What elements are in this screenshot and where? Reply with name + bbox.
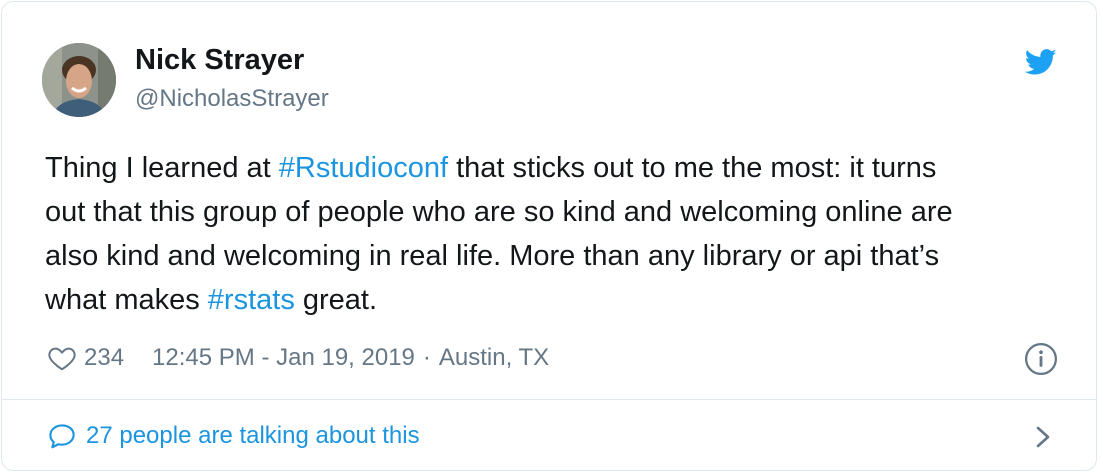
tweet-meta: 234 12:45 PM - Jan 19, 2019 · Austin, TX: [46, 340, 549, 376]
like-count[interactable]: 234: [84, 344, 124, 372]
tweet-text-line: Thing I learned at #Rstudioconf that sti…: [45, 146, 1055, 190]
text-segment: Thing I learned at: [45, 152, 279, 184]
tweet-text: Thing I learned at #Rstudioconf that sti…: [45, 146, 1055, 322]
tweet-text-line: what makes #rstats great.: [45, 278, 1055, 322]
text-segment: also kind and welcoming in real life. Mo…: [45, 240, 940, 272]
text-segment: great.: [294, 284, 378, 316]
twitter-bird-icon[interactable]: [1022, 46, 1060, 78]
tweet-text-line: out that this group of people who are so…: [45, 190, 1055, 234]
conversation-link[interactable]: 27 people are talking about this: [46, 416, 420, 456]
divider: [2, 399, 1096, 400]
info-icon[interactable]: [1024, 342, 1058, 376]
author-name[interactable]: Nick Strayer: [135, 44, 304, 77]
tweet-card: Nick Strayer @NicholasStrayer Thing I le…: [1, 1, 1097, 471]
location[interactable]: Austin, TX: [439, 344, 549, 372]
heart-icon[interactable]: [46, 343, 78, 373]
timestamp[interactable]: 12:45 PM - Jan 19, 2019: [152, 344, 415, 372]
hashtag-rstudioconf[interactable]: #Rstudioconf: [279, 152, 448, 184]
chevron-right-icon[interactable]: [1032, 422, 1054, 452]
meta-separator: ·: [422, 344, 431, 371]
author-avatar[interactable]: [42, 43, 116, 117]
hashtag-rstats[interactable]: #rstats: [208, 284, 295, 316]
conversation-label[interactable]: 27 people are talking about this: [86, 422, 420, 450]
author-handle[interactable]: @NicholasStrayer: [135, 85, 329, 113]
text-segment: out that this group of people who are so…: [45, 196, 953, 228]
text-segment: that sticks out to me the most: it turns: [448, 152, 937, 184]
speech-bubble-icon: [49, 424, 75, 449]
text-segment: what makes: [45, 284, 208, 316]
tweet-text-line: also kind and welcoming in real life. Mo…: [45, 234, 1055, 278]
